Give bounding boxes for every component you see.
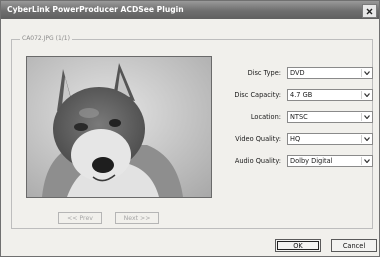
disc-capacity-value: 4.7 GB [290, 91, 313, 99]
audio-quality-label: Audio Quality: [234, 157, 281, 165]
image-preview [26, 56, 212, 198]
chevron-down-icon[interactable] [361, 135, 371, 143]
next-button[interactable]: Next >> [115, 212, 159, 224]
chevron-down-icon[interactable] [361, 157, 371, 165]
window-title: CyberLink PowerProducer ACDSee Plugin [7, 5, 184, 14]
chevron-down-icon[interactable] [361, 69, 371, 77]
close-button[interactable] [362, 4, 377, 18]
video-quality-value: HQ [290, 135, 301, 143]
audio-quality-select[interactable]: Dolby Digital [287, 155, 373, 167]
close-icon [366, 8, 373, 14]
video-quality-label: Video Quality: [235, 135, 281, 143]
disc-type-value: DVD [290, 69, 305, 77]
file-name-label: CA072.JPG (1/1) [20, 35, 72, 42]
ok-button[interactable]: OK [275, 239, 321, 252]
disc-type-label: Disc Type: [247, 69, 281, 77]
location-select[interactable]: NTSC [287, 111, 373, 123]
location-label: Location: [250, 113, 281, 121]
dog-photo [27, 57, 211, 197]
prev-button[interactable]: << Prev [58, 212, 102, 224]
location-value: NTSC [290, 113, 308, 121]
title-bar[interactable]: CyberLink PowerProducer ACDSee Plugin [1, 1, 379, 19]
chevron-down-icon[interactable] [361, 91, 371, 99]
audio-quality-value: Dolby Digital [290, 157, 333, 165]
disc-capacity-label: Disc Capacity: [234, 91, 281, 99]
dialog-window: CyberLink PowerProducer ACDSee Plugin CA… [0, 0, 380, 257]
disc-capacity-select[interactable]: 4.7 GB [287, 89, 373, 101]
chevron-down-icon[interactable] [361, 113, 371, 121]
disc-type-select[interactable]: DVD [287, 67, 373, 79]
cancel-button[interactable]: Cancel [331, 239, 377, 252]
video-quality-select[interactable]: HQ [287, 133, 373, 145]
